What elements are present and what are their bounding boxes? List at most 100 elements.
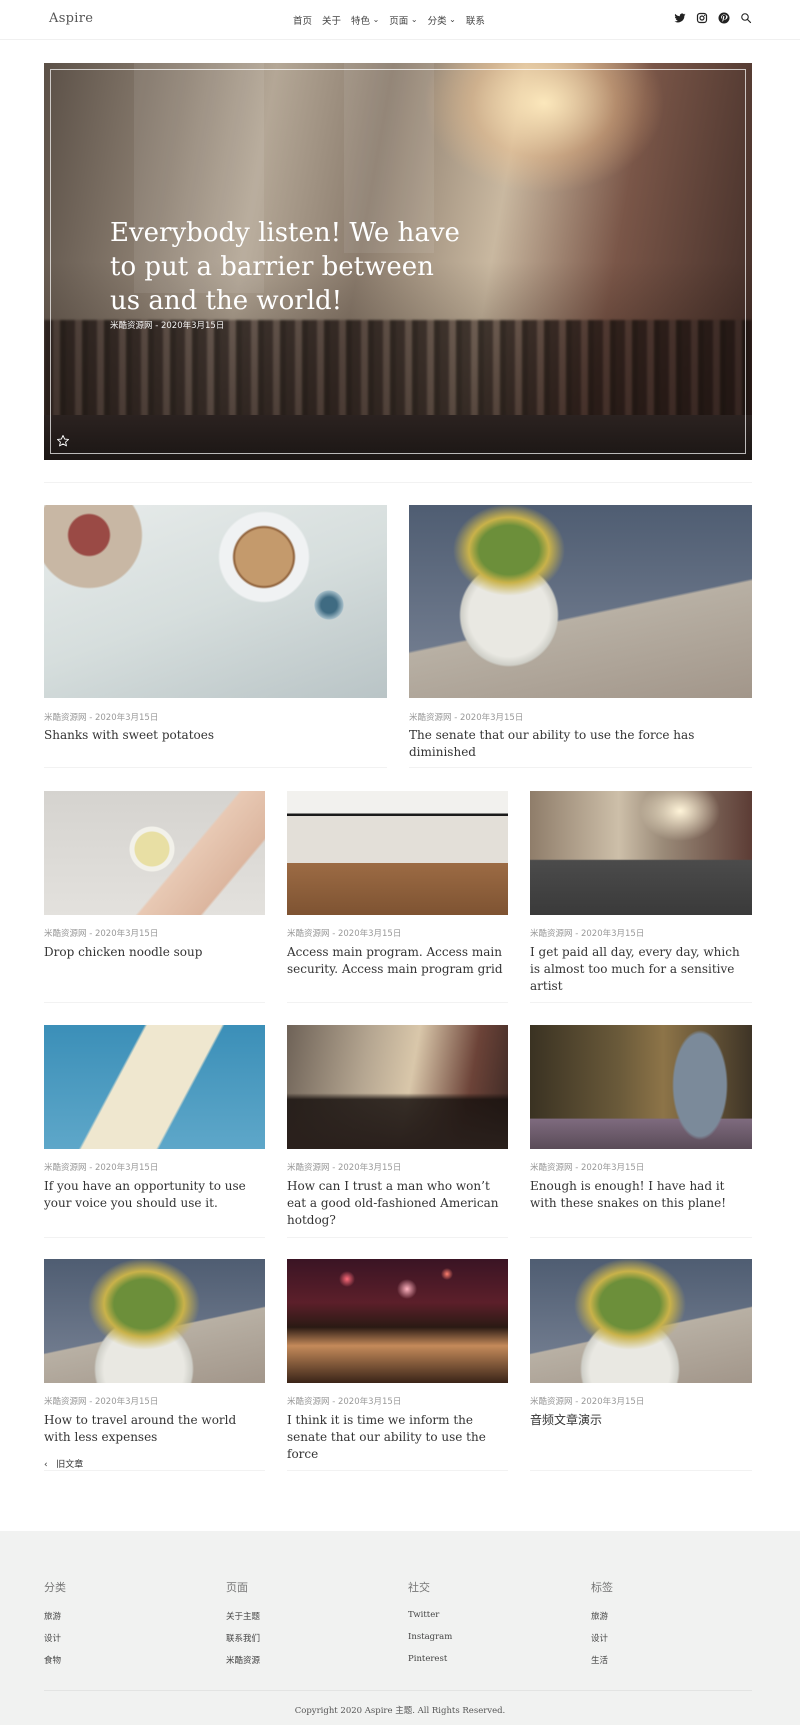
hero-meta: 米酷资源网 - 2020年3月15日: [110, 321, 225, 331]
post-thumbnail[interactable]: [530, 791, 752, 915]
footer-link[interactable]: 米酷资源: [226, 1654, 260, 1676]
copyright-text: Copyright 2020 Aspire 主题. All Rights Res…: [294, 1706, 506, 1716]
footer-heading: 页面: [226, 1581, 248, 1594]
post-meta: 米酷资源网 - 2020年3月15日: [44, 1397, 159, 1407]
divider: [44, 1002, 265, 1003]
post-thumbnail[interactable]: [409, 505, 752, 698]
post-meta: 米酷资源网 - 2020年3月15日: [530, 929, 645, 939]
footer-link[interactable]: 设计: [44, 1632, 66, 1654]
post-thumbnail[interactable]: [44, 1259, 265, 1383]
footer-link[interactable]: 食物: [44, 1654, 66, 1676]
post-thumbnail[interactable]: [287, 1025, 508, 1149]
footer-divider: [44, 1690, 752, 1691]
post-meta: 米酷资源网 - 2020年3月15日: [287, 929, 402, 939]
divider: [287, 1237, 508, 1238]
instagram-icon[interactable]: [696, 12, 708, 24]
post-thumbnail[interactable]: [530, 1259, 752, 1383]
post-meta: 米酷资源网 - 2020年3月15日: [44, 1163, 159, 1173]
featured-post-hero[interactable]: Everybody listen! We have to put a barri…: [44, 63, 752, 460]
pinterest-icon[interactable]: [718, 12, 730, 24]
post-meta: 米酷资源网 - 2020年3月15日: [287, 1397, 402, 1407]
chevron-left-icon: ‹: [44, 1460, 48, 1470]
divider: [44, 1470, 265, 1471]
site-header: Aspire 首页 关于 特色 页面 分类 联系: [0, 0, 800, 40]
post-card[interactable]: 米酷资源网 - 2020年3月15日 I get paid all day, e…: [530, 791, 752, 993]
footer-column-social: 社交 Twitter Instagram Pinterest: [408, 1579, 452, 1676]
post-card[interactable]: 米酷资源网 - 2020年3月15日 Access main program. …: [287, 791, 508, 991]
footer-link[interactable]: 旅游: [44, 1610, 66, 1632]
site-logo[interactable]: Aspire: [49, 11, 93, 26]
divider: [287, 1002, 508, 1003]
search-icon[interactable]: [740, 12, 752, 24]
post-card[interactable]: 米酷资源网 - 2020年3月15日 The senate that our a…: [409, 505, 752, 759]
nav-item-about[interactable]: 关于: [322, 13, 341, 27]
nav-item-home[interactable]: 首页: [293, 13, 312, 27]
footer-link[interactable]: 联系我们: [226, 1632, 260, 1654]
post-thumbnail[interactable]: [530, 1025, 752, 1149]
site-footer: 分类 旅游 设计 食物 页面 关于主题 联系我们 米酷资源 社交 Twitter…: [0, 1531, 800, 1725]
post-title[interactable]: 音频文章演示: [530, 1412, 752, 1429]
nav-item-categories[interactable]: 分类: [428, 13, 456, 27]
post-thumbnail[interactable]: [287, 1259, 508, 1383]
divider: [44, 482, 752, 483]
post-thumbnail[interactable]: [287, 791, 508, 915]
post-title[interactable]: I think it is time we inform the senate …: [287, 1412, 508, 1463]
post-card[interactable]: 米酷资源网 - 2020年3月15日 How to travel around …: [44, 1259, 265, 1459]
footer-link-pinterest[interactable]: Pinterest: [408, 1654, 452, 1676]
main-nav: 首页 关于 特色 页面 分类 联系: [293, 13, 485, 27]
twitter-icon[interactable]: [674, 12, 686, 24]
nav-item-pages[interactable]: 页面: [389, 13, 417, 27]
post-title[interactable]: Shanks with sweet potatoes: [44, 727, 387, 744]
older-posts-label: 旧文章: [56, 1460, 84, 1470]
footer-link-instagram[interactable]: Instagram: [408, 1632, 452, 1654]
post-meta: 米酷资源网 - 2020年3月15日: [530, 1163, 645, 1173]
post-title[interactable]: Enough is enough! I have had it with the…: [530, 1178, 752, 1212]
post-title[interactable]: How can I trust a man who won’t eat a go…: [287, 1178, 508, 1229]
footer-column-pages: 页面 关于主题 联系我们 米酷资源: [226, 1579, 260, 1676]
post-meta: 米酷资源网 - 2020年3月15日: [409, 713, 524, 723]
nav-item-features[interactable]: 特色: [351, 13, 379, 27]
post-thumbnail[interactable]: [44, 1025, 265, 1149]
divider: [409, 767, 752, 768]
post-thumbnail[interactable]: [44, 505, 387, 698]
social-icons: [674, 12, 752, 24]
divider: [530, 1002, 752, 1003]
post-card[interactable]: 米酷资源网 - 2020年3月15日 Shanks with sweet pot…: [44, 505, 387, 755]
footer-link[interactable]: 设计: [591, 1632, 613, 1654]
divider: [44, 767, 387, 768]
footer-column-categories: 分类 旅游 设计 食物: [44, 1579, 66, 1676]
divider: [44, 1237, 265, 1238]
post-meta: 米酷资源网 - 2020年3月15日: [44, 929, 159, 939]
divider: [530, 1470, 752, 1471]
footer-heading: 标签: [591, 1581, 613, 1594]
post-meta: 米酷资源网 - 2020年3月15日: [530, 1397, 645, 1407]
footer-heading: 社交: [408, 1581, 430, 1594]
footer-heading: 分类: [44, 1581, 66, 1594]
footer-column-tags: 标签 旅游 设计 生活: [591, 1579, 613, 1676]
post-meta: 米酷资源网 - 2020年3月15日: [44, 713, 159, 723]
hero-title[interactable]: Everybody listen! We have to put a barri…: [110, 216, 460, 318]
divider: [530, 1237, 752, 1238]
post-meta: 米酷资源网 - 2020年3月15日: [287, 1163, 402, 1173]
post-title[interactable]: I get paid all day, every day, which is …: [530, 944, 752, 995]
post-card[interactable]: 米酷资源网 - 2020年3月15日 I think it is time we…: [287, 1259, 508, 1461]
post-thumbnail[interactable]: [44, 791, 265, 915]
post-title[interactable]: How to travel around the world with less…: [44, 1412, 265, 1446]
star-icon: [56, 434, 70, 447]
footer-link[interactable]: 旅游: [591, 1610, 613, 1632]
post-card[interactable]: 米酷资源网 - 2020年3月15日 How can I trust a man…: [287, 1025, 508, 1227]
post-card[interactable]: 米酷资源网 - 2020年3月15日 Enough is enough! I h…: [530, 1025, 752, 1225]
post-title[interactable]: The senate that our ability to use the f…: [409, 727, 752, 761]
divider: [287, 1470, 508, 1471]
post-title[interactable]: Drop chicken noodle soup: [44, 944, 265, 961]
footer-link-twitter[interactable]: Twitter: [408, 1610, 452, 1632]
footer-link[interactable]: 生活: [591, 1654, 613, 1676]
post-card[interactable]: 米酷资源网 - 2020年3月15日 If you have an opport…: [44, 1025, 265, 1225]
post-card[interactable]: 米酷资源网 - 2020年3月15日 音频文章演示: [530, 1259, 752, 1459]
footer-link[interactable]: 关于主题: [226, 1610, 260, 1632]
post-card[interactable]: 米酷资源网 - 2020年3月15日 Drop chicken noodle s…: [44, 791, 265, 991]
nav-item-contact[interactable]: 联系: [466, 13, 485, 27]
post-title[interactable]: If you have an opportunity to use your v…: [44, 1178, 265, 1212]
post-title[interactable]: Access main program. Access main securit…: [287, 944, 508, 978]
older-posts-link[interactable]: ‹ 旧文章: [44, 1457, 83, 1470]
